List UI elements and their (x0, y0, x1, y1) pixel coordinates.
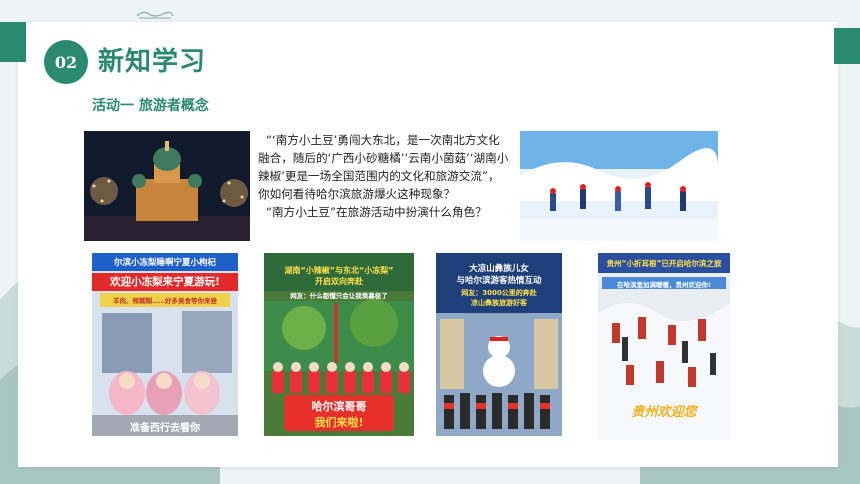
poster-1-subtitle: 欢迎小冻梨来宁夏游玩! (110, 276, 220, 288)
poster-4-subtitle: 在哈滨里加满暖暖，贵州欢迎你! (617, 281, 711, 289)
poster-3-note-1: 网友：3000公里的奔赴 (461, 289, 537, 297)
section-number-badge: 02 (44, 40, 88, 84)
poster-2-caption-2: 我们来啦! (314, 416, 364, 429)
corner-decoration-right (834, 28, 860, 64)
activity-title: 活动一 旅游者概念 (92, 98, 209, 114)
poster-4-headline: 贵州“小折耳根”已开启哈尔滨之旅 (606, 259, 722, 268)
poster-2-note: 网友：什么都懂只会让我羡慕极了 (290, 292, 388, 300)
harbin-night-photo (84, 131, 250, 241)
corner-decoration-left (0, 22, 26, 62)
poster-liangshan: 大凉山彝族儿女 与哈尔滨游客热情互动 网友：3000公里的奔赴 凉山彝族旅游好客 (436, 253, 562, 436)
poster-guizhou: 贵州“小折耳根”已开启哈尔滨之旅 在哈滨里加满暖暖，贵州欢迎你! 贵州欢迎您 (598, 253, 730, 440)
poster-3-headline: 大凉山彝族儿女 (469, 264, 529, 274)
snow-tourists-photo (520, 131, 718, 241)
poster-2-subtitle: 开启双向奔赴 (315, 277, 363, 286)
poster-hunan: 湖南“小辣椒”与东北“小冻梨” 开启双向奔赴 网友：什么都懂只会让我羡慕极了 哈… (264, 253, 414, 436)
discussion-paragraph-1: “‘南方小土豆’勇闯大东北，是一次南北方文化融合，随后的‘广西小砂糖橘’‘云南小… (258, 133, 509, 201)
discussion-text: “‘南方小土豆’勇闯大东北，是一次南北方文化融合，随后的‘广西小砂糖橘’‘云南小… (258, 131, 510, 221)
poster-3-subtitle: 与哈尔滨游客热情互动 (456, 276, 542, 286)
poster-4-caption: 贵州欢迎您 (631, 405, 697, 420)
poster-2-caption-1: 哈尔滨哥哥 (311, 400, 367, 413)
poster-1-headline: 尔滨小冻梨睡啊宁夏小枸杞 (113, 258, 216, 268)
poster-3-note-2: 凉山彝族旅游好客 (471, 299, 527, 307)
cloud-ornament-icon (136, 11, 174, 19)
poster-1-caption: 准备西行去看你 (130, 423, 200, 434)
poster-2-headline: 湖南“小辣椒”与东北“小冻梨” (284, 266, 394, 275)
discussion-paragraph-2: “南方小土豆”在旅游活动中扮演什么角色？ (266, 205, 487, 219)
section-title: 新知学习 (98, 47, 207, 77)
poster-ningxia: 尔滨小冻梨睡啊宁夏小枸杞 欢迎小冻梨来宁夏游玩! 羊肉、辣糊糊……好多美食等你来… (92, 253, 238, 436)
poster-1-note: 羊肉、辣糊糊……好多美食等你来尝 (113, 297, 217, 305)
